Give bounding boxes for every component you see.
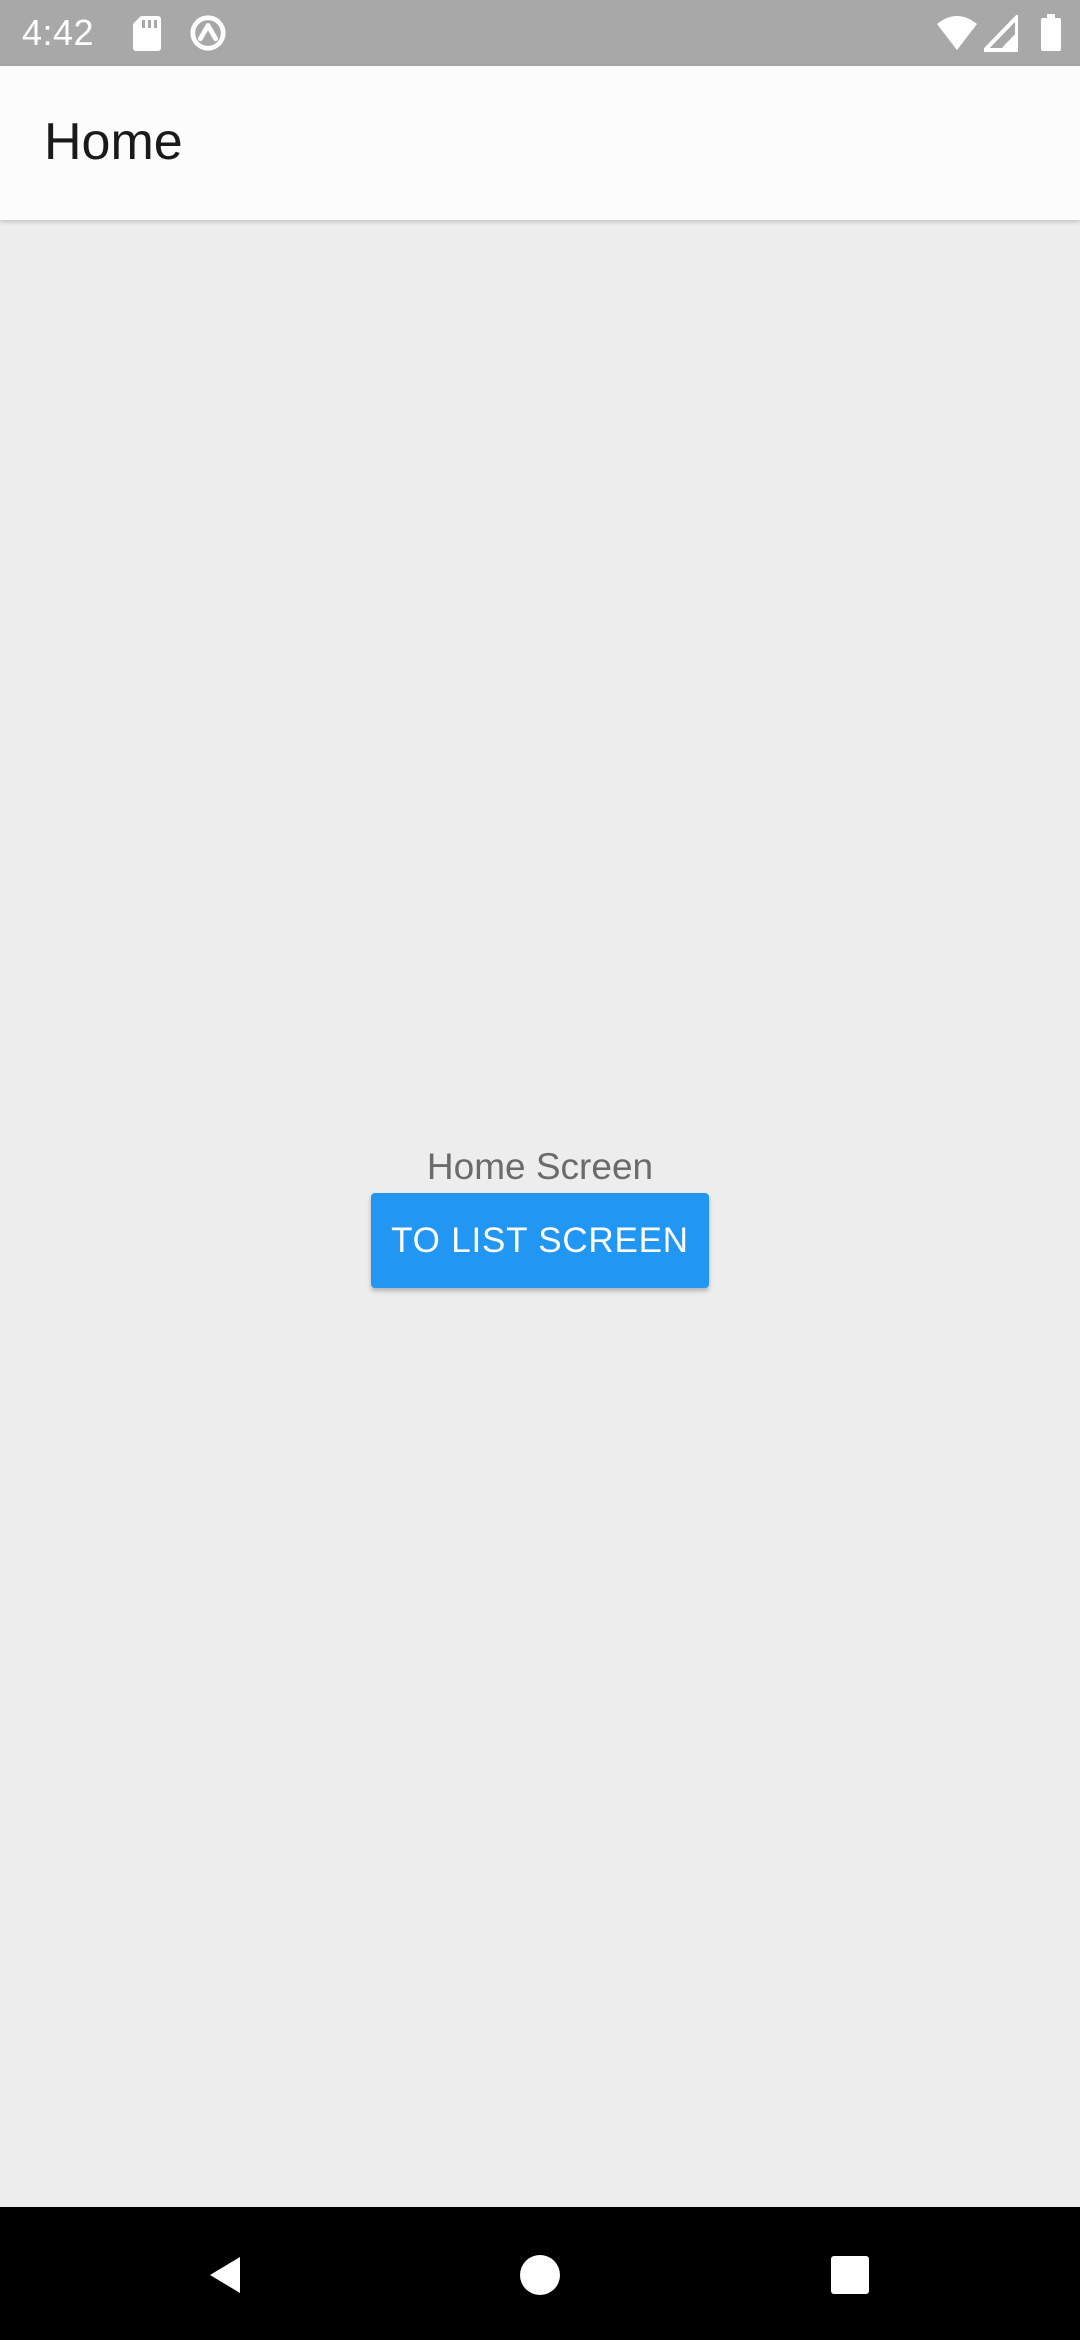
battery-icon xyxy=(1041,14,1061,51)
home-icon[interactable] xyxy=(510,2245,570,2305)
screen-label: Home Screen xyxy=(426,1146,654,1187)
sd-card-icon xyxy=(133,16,161,51)
back-icon[interactable] xyxy=(196,2245,256,2305)
cell-signal-icon xyxy=(984,15,1018,52)
sync-icon xyxy=(190,15,226,51)
status-bar: 4:42 xyxy=(0,0,1080,66)
app-bar: Home xyxy=(0,66,1080,220)
navigation-bar xyxy=(0,2207,1080,2340)
main-content: Home Screen TO LIST SCREEN xyxy=(0,222,1080,2207)
wifi-icon xyxy=(937,16,977,50)
recents-icon[interactable] xyxy=(820,2245,880,2305)
to-list-screen-button[interactable]: TO LIST SCREEN xyxy=(371,1193,709,1288)
status-time: 4:42 xyxy=(22,12,95,53)
page-title: Home xyxy=(44,113,183,171)
